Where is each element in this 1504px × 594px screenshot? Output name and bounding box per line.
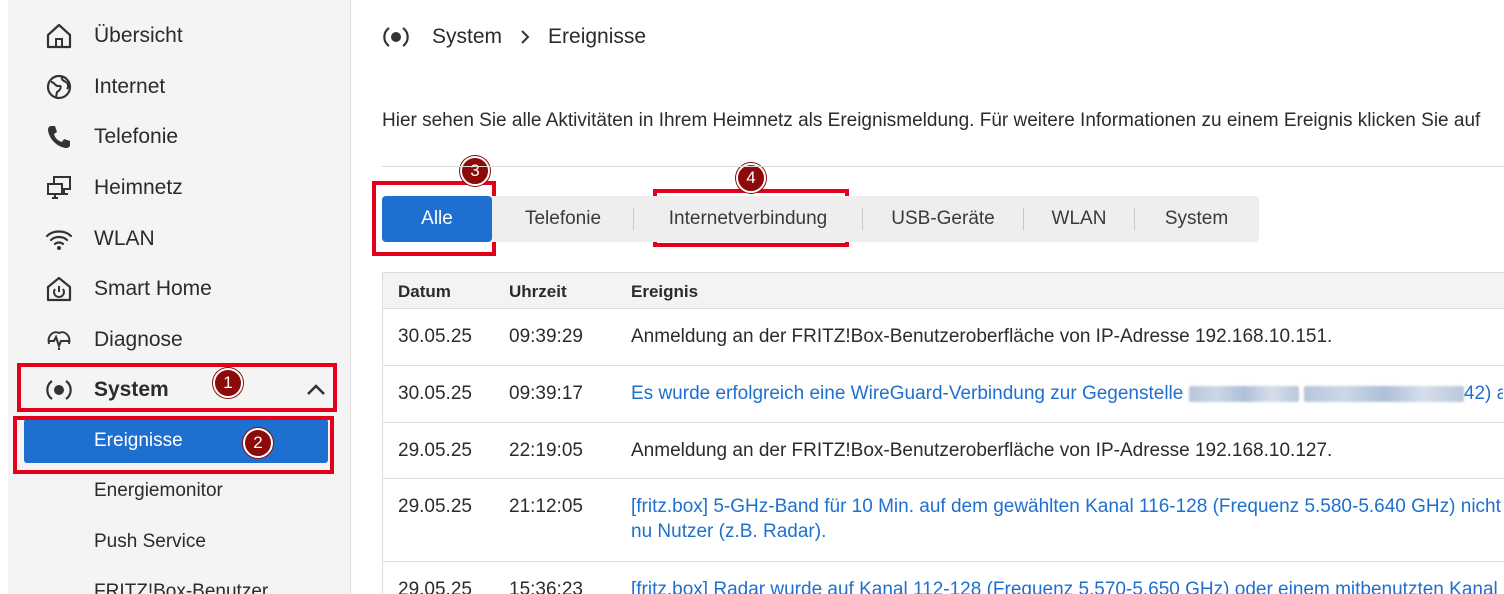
chevron-up-icon[interactable] <box>305 379 327 401</box>
cell-time: 09:39:17 <box>509 383 583 404</box>
sidebar-subitem-energiemonitor[interactable]: Energiemonitor <box>24 469 328 513</box>
table-row[interactable]: 29.05.25 21:12:05 [fritz.box] 5-GHz-Band… <box>383 479 1504 562</box>
intro-text: Hier sehen Sie alle Aktivitäten in Ihrem… <box>382 110 1481 131</box>
column-header-uhrzeit[interactable]: Uhrzeit <box>509 282 567 302</box>
table-row[interactable]: 29.05.25 15:36:23 [fritz.box] Radar wurd… <box>383 562 1504 594</box>
cell-date: 30.05.25 <box>398 383 472 404</box>
sidebar-item-label: Diagnose <box>94 328 183 351</box>
system-icon <box>44 375 74 405</box>
sidebar-subitem-ereignisse[interactable]: Ereignisse <box>24 419 328 463</box>
redacted-text <box>1188 385 1299 402</box>
breadcrumb-system[interactable]: System <box>432 25 502 49</box>
cell-date: 29.05.25 <box>398 579 472 594</box>
sidebar-item-internet[interactable]: Internet <box>8 62 351 112</box>
table-row[interactable]: 30.05.25 09:39:29 Anmeldung an der FRITZ… <box>383 309 1504 366</box>
breadcrumb-ereignisse: Ereignisse <box>548 25 647 48</box>
step-marker-1: 1 <box>213 368 243 398</box>
globe-icon <box>44 72 74 102</box>
sidebar-subitem-push-service[interactable]: Push Service <box>24 520 328 564</box>
cell-event-tail: 42) au <box>1463 383 1503 404</box>
tab-usb-geraete[interactable]: USB-Geräte <box>868 196 1018 242</box>
diagnose-icon <box>44 325 74 355</box>
sidebar-item-telefonie[interactable]: Telefonie <box>8 112 351 162</box>
sidebar-subitem-label: FRITZ!Box-Benutzer <box>94 581 269 594</box>
sidebar-subitem-fritzbox-benutzer[interactable]: FRITZ!Box-Benutzer <box>24 570 328 594</box>
filter-tabs: Alle Telefonie Internetverbindung USB-Ge… <box>382 196 1259 242</box>
table-header: Datum Uhrzeit Ereignis <box>383 273 1504 309</box>
sidebar: Übersicht Internet Telefonie Heimnetz WL… <box>8 0 351 594</box>
wifi-icon <box>44 224 74 254</box>
system-icon <box>382 23 410 51</box>
cell-event-text: Es wurde erfolgreich eine WireGuard-Verb… <box>631 383 1184 404</box>
redacted-text <box>1303 385 1464 402</box>
divider <box>382 166 1504 167</box>
cell-time: 22:19:05 <box>509 440 583 461</box>
cell-date: 30.05.25 <box>398 326 472 347</box>
sidebar-item-label: Übersicht <box>94 24 183 47</box>
sidebar-item-heimnetz[interactable]: Heimnetz <box>8 163 351 213</box>
sidebar-item-system[interactable]: System <box>8 365 351 415</box>
sidebar-item-uebersicht[interactable]: Übersicht <box>8 11 351 61</box>
cell-event: Anmeldung an der FRITZ!Box-Benutzeroberf… <box>631 440 1333 461</box>
step-marker-3: 3 <box>460 156 490 186</box>
events-table: Datum Uhrzeit Ereignis 30.05.25 09:39:29… <box>382 272 1504 594</box>
sidebar-item-label: Telefonie <box>94 125 179 148</box>
sidebar-item-label: System <box>94 378 169 401</box>
phone-icon <box>44 122 74 152</box>
sidebar-item-label: Internet <box>94 75 166 98</box>
cell-event[interactable]: [fritz.box] Radar wurde auf Kanal 112-12… <box>631 577 1503 594</box>
breadcrumb: System Ereignisse <box>382 22 646 52</box>
cell-event[interactable]: Es wurde erfolgreich eine WireGuard-Verb… <box>631 381 1503 406</box>
tab-alle[interactable]: Alle <box>382 196 492 242</box>
cell-time: 09:39:29 <box>509 326 583 347</box>
tab-system[interactable]: System <box>1134 196 1259 242</box>
tab-divider <box>633 208 634 230</box>
chevron-right-icon <box>518 29 532 45</box>
sidebar-item-label: Smart Home <box>94 277 212 300</box>
cell-event: Anmeldung an der FRITZ!Box-Benutzeroberf… <box>631 326 1333 347</box>
tab-internetverbindung[interactable]: Internetverbindung <box>648 196 848 242</box>
sidebar-subitem-label: Ereignisse <box>94 430 183 451</box>
cell-date: 29.05.25 <box>398 440 472 461</box>
column-header-ereignis[interactable]: Ereignis <box>631 282 698 302</box>
sidebar-item-label: Heimnetz <box>94 176 183 199</box>
tab-wlan[interactable]: WLAN <box>1023 196 1135 242</box>
cell-event[interactable]: [fritz.box] 5-GHz-Band für 10 Min. auf d… <box>631 494 1503 544</box>
tab-divider <box>862 208 863 230</box>
step-marker-2: 2 <box>243 428 273 458</box>
cell-date: 29.05.25 <box>398 496 472 517</box>
table-row[interactable]: 29.05.25 22:19:05 Anmeldung an der FRITZ… <box>383 423 1504 479</box>
cell-time: 21:12:05 <box>509 496 583 517</box>
table-row[interactable]: 30.05.25 09:39:17 Es wurde erfolgreich e… <box>383 366 1504 423</box>
sidebar-subitem-label: Energiemonitor <box>94 480 223 501</box>
sidebar-item-label: WLAN <box>94 227 155 250</box>
home-icon <box>44 21 74 51</box>
sidebar-item-wlan[interactable]: WLAN <box>8 214 351 264</box>
sidebar-item-diagnose[interactable]: Diagnose <box>8 315 351 365</box>
sidebar-item-smart-home[interactable]: Smart Home <box>8 264 351 314</box>
tab-telefonie[interactable]: Telefonie <box>492 196 634 242</box>
network-icon <box>44 173 74 203</box>
cell-time: 15:36:23 <box>509 579 583 594</box>
sidebar-subitem-label: Push Service <box>94 531 206 552</box>
column-header-datum[interactable]: Datum <box>398 282 451 302</box>
step-marker-4: 4 <box>736 163 766 193</box>
smart-home-icon <box>44 274 74 304</box>
